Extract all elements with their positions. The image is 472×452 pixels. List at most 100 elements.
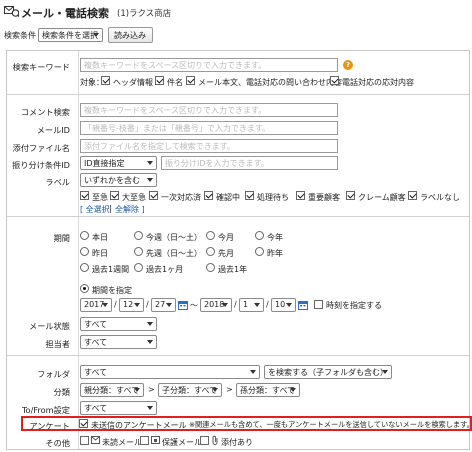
target-label-body: メール本文、電話対応の問い合わせ内容: [198, 78, 342, 87]
label-checkbox[interactable]: [110, 191, 119, 200]
search-keyword-label: 検索キーワード: [12, 62, 70, 72]
protected-mail-icon: [151, 436, 160, 444]
label-checkbox[interactable]: [80, 191, 89, 200]
grandchild-category-select[interactable]: 孫分類：すべて: [236, 383, 300, 397]
search-keyword-input[interactable]: 複数キーワードをスペース区切りで入力できます。: [80, 58, 338, 72]
target-checkbox-body[interactable]: [186, 76, 195, 85]
label-checkbox[interactable]: [346, 191, 355, 200]
survey-note: ※関連メールも含めて、一度もアンケートメールを送信していないメールを検索します。: [189, 420, 472, 429]
assignee-label: 担当者: [45, 339, 70, 349]
period-radio-this-week[interactable]: [134, 231, 143, 240]
label-checkbox[interactable]: [296, 191, 305, 200]
target-checkbox-subject[interactable]: [155, 76, 164, 85]
folder-select[interactable]: すべて: [80, 365, 260, 379]
period-label: 期間: [53, 233, 70, 243]
from-day-select[interactable]: 27: [151, 298, 176, 312]
unread-label: 未読メール: [102, 438, 142, 447]
period-radio-specify[interactable]: [80, 284, 89, 293]
label-item: クレーム顧客: [358, 193, 406, 202]
period-radio-this-year[interactable]: [255, 231, 264, 240]
specify-time-label: 時刻を指定する: [326, 301, 382, 310]
to-day-select[interactable]: 10: [271, 298, 296, 312]
sort-id-label: 振り分け条件ID: [12, 160, 70, 170]
period-option: 今週（日～土）: [146, 233, 202, 242]
assignee-select[interactable]: すべて: [80, 335, 157, 349]
label-checkbox[interactable]: [245, 191, 254, 200]
calendar-icon[interactable]: [178, 300, 188, 310]
page-title: メール・電話検索: [21, 7, 109, 20]
period-radio-last-year[interactable]: [255, 247, 264, 256]
period-radio-last-month[interactable]: [206, 247, 215, 256]
deselect-all-link[interactable]: 全解除 ]: [115, 204, 145, 215]
attachment-checkbox[interactable]: [200, 436, 209, 445]
period-option: 昨日: [92, 249, 108, 258]
unread-checkbox[interactable]: [80, 436, 89, 445]
child-category-select[interactable]: 子分類：すべて: [158, 383, 222, 397]
section-divider: [7, 216, 469, 217]
period-option: 本日: [92, 233, 108, 242]
survey-checkbox-label: 未送信のアンケートメール: [91, 421, 187, 430]
unread-mail-icon: [91, 436, 100, 444]
mail-status-select[interactable]: すべて: [80, 317, 157, 331]
label-item: ラベルなし: [420, 193, 460, 202]
to-year-select[interactable]: 2018: [200, 298, 232, 312]
period-radio-past-month[interactable]: [134, 263, 143, 272]
from-year-select[interactable]: 2017: [80, 298, 112, 312]
label-checkbox[interactable]: [149, 191, 158, 200]
date-slash: /: [234, 300, 237, 309]
from-month-select[interactable]: 12: [119, 298, 144, 312]
target-label-phone: 電話対応の応対内容: [342, 78, 414, 87]
label-item: 重要顧客: [308, 193, 340, 202]
protected-checkbox[interactable]: [140, 436, 149, 445]
to-from-select[interactable]: すべて: [80, 401, 157, 415]
specify-time-checkbox[interactable]: [314, 300, 323, 309]
period-radio-past-year[interactable]: [206, 263, 215, 272]
period-radio-past-week[interactable]: [80, 263, 89, 272]
period-option: 今年: [267, 233, 283, 242]
date-slash: /: [114, 300, 117, 309]
date-slash: /: [146, 300, 149, 309]
help-icon[interactable]: ?: [343, 60, 353, 70]
paperclip-icon: [212, 435, 218, 445]
survey-checkbox[interactable]: [79, 419, 88, 428]
period-option: 過去1週間: [92, 265, 130, 274]
comment-input[interactable]: 複数キーワードをスペース区切りで入力できます。: [80, 103, 338, 117]
target-checkbox-phone[interactable]: [330, 76, 339, 85]
attachment-input[interactable]: 添付ファイル名を指定して検索できます。: [80, 139, 338, 153]
label-checkbox[interactable]: [408, 191, 417, 200]
label-filter-label: ラベル: [45, 177, 70, 187]
target-checkbox-header[interactable]: [101, 76, 110, 85]
header-bar: メール・電話検索 (1)ラクス商店: [0, 0, 472, 26]
period-option: 昨年: [267, 249, 283, 258]
label-filter-select[interactable]: いずれかを含む: [80, 173, 157, 187]
sort-id-select[interactable]: ID直接指定: [80, 156, 157, 170]
to-from-label: To/From設定: [21, 405, 70, 415]
label-column-divider: [78, 51, 79, 449]
select-all-link[interactable]: [ 全選択: [80, 204, 110, 215]
period-radio-last-week[interactable]: [134, 247, 143, 256]
target-label-header: ヘッダ情報: [113, 78, 153, 87]
mail-phone-icon: [4, 6, 19, 17]
mail-id-label: メールID: [36, 125, 70, 135]
mail-status-label: メール状態: [29, 321, 70, 331]
mail-id-input[interactable]: 「親番号-枝番」または「親番号」で入力できます。: [80, 121, 338, 135]
period-radio-today[interactable]: [80, 231, 89, 240]
label-checkbox[interactable]: [204, 191, 213, 200]
attachment-label: 添付ファイル名: [12, 143, 70, 153]
period-radio-yesterday[interactable]: [80, 247, 89, 256]
to-month-select[interactable]: 1: [239, 298, 264, 312]
folder-scope-select[interactable]: を検索する（子フォルダも含む）: [264, 365, 392, 379]
condition-select[interactable]: 検索条件を選択: [38, 28, 103, 42]
period-option: 今月: [218, 233, 234, 242]
calendar-icon[interactable]: [298, 300, 308, 310]
target-label-subject: 件名: [167, 78, 183, 87]
label-item: 大至急: [122, 193, 146, 202]
period-radio-this-month[interactable]: [206, 231, 215, 240]
page-subtitle: (1)ラクス商店: [117, 9, 172, 19]
attachment-filter-label: 添付あり: [221, 438, 253, 447]
parent-category-select[interactable]: 親分類：すべて: [80, 383, 144, 397]
load-button[interactable]: 読み込み: [108, 27, 153, 43]
folder-label: フォルダ: [37, 369, 70, 379]
period-option: 先月: [218, 249, 234, 258]
sort-id-input[interactable]: 振り分けIDを入力できます。: [161, 156, 338, 170]
